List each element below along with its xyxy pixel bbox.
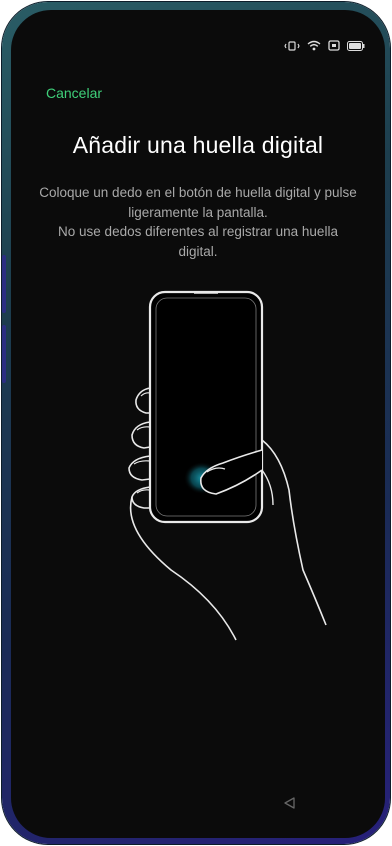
instruction-text-secondary: No use dedos diferentes al registrar una… [58, 224, 338, 259]
fingerprint-illustration [11, 280, 385, 665]
back-triangle-icon[interactable] [282, 796, 296, 815]
screen: Cancelar Añadir una huella digital Coloq… [11, 10, 385, 838]
instruction-text-primary: Coloque un dedo en el botón de huella di… [39, 185, 357, 220]
volume-button [2, 255, 6, 313]
phone-frame: Cancelar Añadir una huella digital Coloq… [2, 2, 390, 844]
vibrate-icon [284, 40, 300, 51]
sim-icon [328, 40, 340, 51]
power-button [2, 325, 6, 383]
wifi-icon [307, 40, 321, 51]
status-bar [284, 40, 365, 51]
cancel-button[interactable]: Cancelar [46, 85, 102, 101]
battery-icon [347, 40, 365, 51]
page-title: Añadir una huella digital [72, 132, 324, 158]
